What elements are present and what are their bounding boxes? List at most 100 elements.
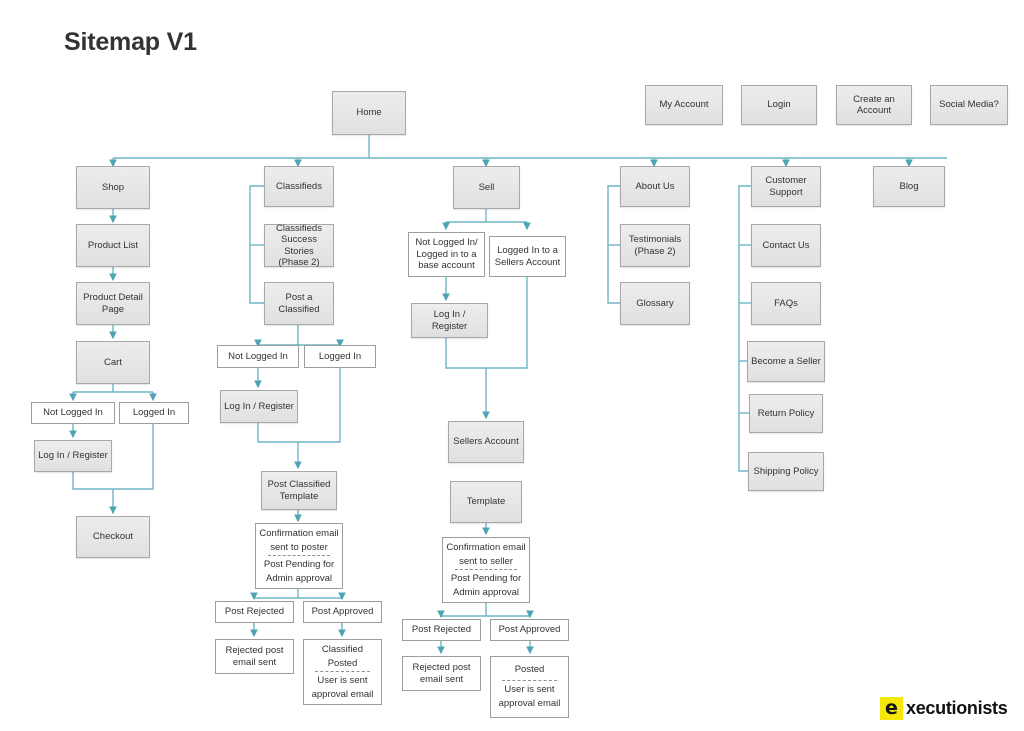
- node-shop-logged-in[interactable]: Logged In: [119, 402, 189, 424]
- node-label: Template: [466, 496, 506, 508]
- node-label: Sell: [478, 181, 495, 193]
- node-classified-posted[interactable]: Classified Posted User is sent approval …: [303, 639, 382, 705]
- node-shipping-policy[interactable]: Shipping Policy: [748, 452, 824, 491]
- node-cart[interactable]: Cart: [76, 341, 150, 384]
- node-customer-support[interactable]: Customer Support: [751, 166, 821, 207]
- node-label-line3: (Phase 2): [278, 257, 320, 268]
- node-sell-posted[interactable]: Posted User is sent approval email: [490, 656, 569, 718]
- node-label: Return Policy: [757, 407, 815, 419]
- node-label: Rejected post: [225, 645, 284, 656]
- node-become-a-seller[interactable]: Become a Seller: [747, 341, 825, 382]
- node-post-a-classified[interactable]: Post a Classified: [264, 282, 334, 325]
- node-social-media[interactable]: Social Media?: [930, 85, 1008, 125]
- logo-e-mark: e: [880, 697, 903, 720]
- page-title: Sitemap V1: [64, 28, 197, 56]
- node-sell-not-logged-in[interactable]: Not Logged In/ Logged in to a base accou…: [408, 232, 485, 277]
- node-sell-confirmation-email[interactable]: Confirmation email sent to seller Post P…: [442, 537, 530, 603]
- node-shop-log-in-register[interactable]: Log In / Register: [34, 440, 112, 472]
- node-label: Post a: [285, 292, 313, 303]
- node-classifieds-success-stories[interactable]: Classifieds Success Stories (Phase 2): [264, 223, 334, 268]
- node-product-list[interactable]: Product List: [76, 224, 150, 267]
- node-label: Product List: [87, 239, 139, 251]
- node-label-line2: sent to poster: [270, 542, 328, 553]
- node-label: Logged In to a: [497, 245, 558, 256]
- node-sell-template[interactable]: Template: [450, 481, 522, 523]
- node-label: Login: [767, 99, 791, 111]
- node-label: Shipping Policy: [753, 465, 819, 477]
- node-sell-rejected-post-email-sent[interactable]: Rejected post email sent: [402, 656, 481, 691]
- node-label-line4: Admin approval: [265, 573, 332, 584]
- node-label: Rejected post: [412, 662, 471, 673]
- node-label: Not Logged In: [228, 350, 288, 362]
- node-label: Confirmation email: [446, 541, 526, 553]
- node-label-line3: Post Pending for: [450, 572, 522, 584]
- node-about-us[interactable]: About Us: [620, 166, 690, 207]
- node-faqs[interactable]: FAQs: [751, 282, 821, 325]
- node-classifieds-log-in-register[interactable]: Log In / Register: [220, 390, 298, 423]
- node-label: Blog: [899, 180, 919, 192]
- node-glossary[interactable]: Glossary: [620, 282, 690, 325]
- node-label-line2: Support: [769, 186, 803, 198]
- node-label: Sellers Account: [453, 436, 519, 448]
- node-label: Classifieds: [276, 180, 322, 192]
- node-classifieds-rejected-post-email-sent[interactable]: Rejected post email sent: [215, 639, 294, 674]
- node-label: Post Approved: [498, 624, 561, 636]
- node-label: Glossary: [636, 297, 674, 309]
- node-shop[interactable]: Shop: [76, 166, 150, 209]
- node-label: Post Rejected: [224, 606, 285, 618]
- node-my-account[interactable]: My Account: [645, 85, 723, 125]
- divider: [267, 554, 331, 556]
- node-label: Social Media?: [939, 99, 999, 111]
- node-shop-not-logged-in[interactable]: Not Logged In: [31, 402, 115, 424]
- node-classifieds[interactable]: Classifieds: [264, 166, 334, 207]
- node-blog[interactable]: Blog: [873, 166, 945, 207]
- node-sell-post-rejected[interactable]: Post Rejected: [402, 619, 481, 641]
- node-label: Logged In: [132, 407, 176, 419]
- node-label: Classified: [321, 643, 364, 655]
- node-classifieds-not-logged-in[interactable]: Not Logged In: [217, 345, 299, 368]
- node-label-line3: User is sent: [317, 674, 368, 686]
- node-sell-post-approved[interactable]: Post Approved: [490, 619, 569, 641]
- node-product-detail-page[interactable]: Product Detail Page: [76, 282, 150, 325]
- node-label-line3: base account: [418, 260, 475, 272]
- node-label: Not Logged In/: [415, 237, 478, 249]
- node-label: Testimonials: [628, 234, 682, 245]
- node-label: Contact Us: [762, 239, 810, 251]
- node-checkout[interactable]: Checkout: [76, 516, 150, 558]
- node-login[interactable]: Login: [741, 85, 817, 125]
- node-classifieds-confirmation-email[interactable]: Confirmation email sent to poster Post P…: [255, 523, 343, 589]
- node-label: Become a Seller: [751, 355, 821, 367]
- node-label: Posted: [514, 664, 545, 676]
- node-label-line2: (Phase 2): [634, 245, 676, 257]
- node-testimonials[interactable]: Testimonials (Phase 2): [620, 224, 690, 267]
- node-label: Home: [356, 107, 382, 119]
- node-return-policy[interactable]: Return Policy: [749, 394, 823, 433]
- node-sellers-account[interactable]: Sellers Account: [448, 421, 524, 463]
- node-sell-log-in-register[interactable]: Log In / Register: [411, 303, 488, 338]
- node-classifieds-logged-in[interactable]: Logged In: [304, 345, 376, 368]
- node-label-line2: sent to seller: [459, 556, 513, 567]
- node-label: My Account: [659, 99, 709, 111]
- node-sell-logged-in-sellers-account[interactable]: Logged In to a Sellers Account: [489, 236, 566, 277]
- node-label: Logged In: [318, 350, 362, 362]
- divider: [454, 568, 518, 570]
- node-label: Not Logged In: [43, 407, 103, 419]
- node-create-an-account[interactable]: Create an Account: [836, 85, 912, 125]
- node-post-classified-template[interactable]: Post Classified Template: [261, 471, 337, 510]
- node-home[interactable]: Home: [332, 91, 406, 135]
- node-label-line2: Success Stories: [281, 234, 317, 257]
- node-classifieds-post-approved[interactable]: Post Approved: [303, 601, 382, 623]
- node-label: Customer: [765, 175, 807, 186]
- node-label: Post Approved: [311, 606, 374, 618]
- node-contact-us[interactable]: Contact Us: [751, 224, 821, 267]
- node-sell[interactable]: Sell: [453, 166, 520, 209]
- node-label-line2: Classified: [278, 303, 320, 315]
- logo-wordmark: xecutionists: [906, 698, 1008, 718]
- node-label: Checkout: [92, 531, 134, 543]
- node-label-line2: Logged in to a: [416, 248, 477, 260]
- node-label: Log In / Register: [224, 400, 294, 412]
- sitemap-canvas: Sitemap V1 Home My Account Login Create …: [0, 0, 1024, 731]
- node-label: FAQs: [774, 297, 798, 309]
- node-label-line3: approval email: [498, 698, 561, 710]
- node-classifieds-post-rejected[interactable]: Post Rejected: [215, 601, 294, 623]
